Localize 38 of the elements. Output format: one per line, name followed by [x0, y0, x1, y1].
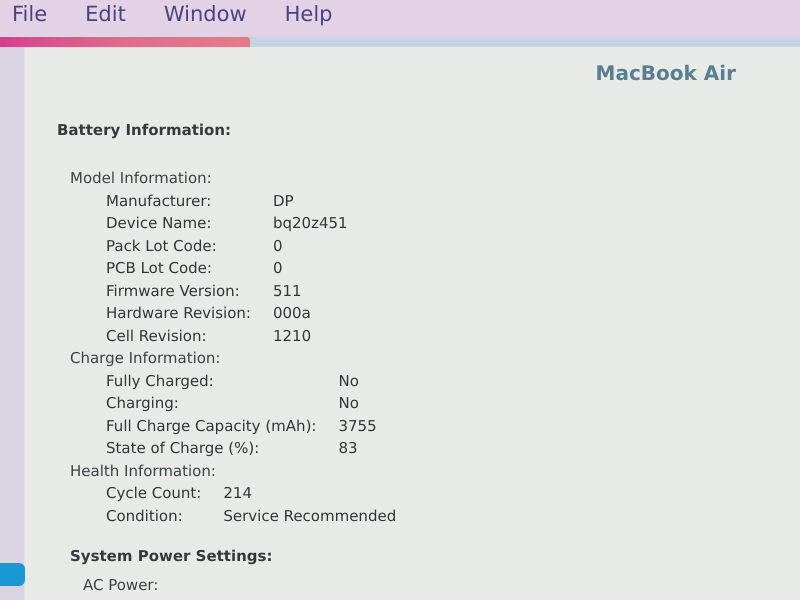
field-value: 1210: [272, 326, 312, 346]
menu-item[interactable]: Window: [164, 0, 247, 28]
field-value: 0: [272, 258, 284, 279]
sidebar-item[interactable]: [0, 563, 25, 586]
group-heading: Charge Information:: [70, 348, 220, 369]
group-heading: Health Information:: [70, 460, 216, 482]
device-title: MacBook Air: [596, 60, 736, 87]
field-value: bq20z451: [272, 213, 348, 234]
field-label: State of Charge (%):: [106, 438, 260, 459]
field-value: 83: [338, 438, 359, 459]
field-value: DP: [272, 190, 295, 212]
section-heading: System Power Settings:: [70, 546, 272, 567]
field-label: Charging:: [106, 393, 180, 414]
menu-item[interactable]: Help: [284, 0, 333, 28]
field-label: Cycle Count:: [106, 483, 202, 504]
field-label: Full Charge Capacity (mAh):: [106, 416, 316, 436]
field-value: 000a: [272, 303, 312, 324]
section-heading: Battery Information:: [57, 120, 232, 141]
field-label: Fully Charged:: [106, 370, 215, 392]
field-value: 3755: [338, 416, 377, 436]
menu-item[interactable]: Edit: [85, 0, 126, 28]
field-label: Condition:: [106, 506, 184, 526]
field-label: Hardware Revision:: [106, 303, 251, 324]
field-value: 511: [272, 280, 303, 302]
field-value: 0: [272, 236, 284, 256]
group-heading: Model Information:: [70, 168, 212, 189]
field-label: Pack Lot Code:: [106, 236, 218, 256]
field-label: Device Name:: [106, 213, 212, 234]
field-value: 214: [223, 483, 254, 504]
field-label: PCB Lot Code:: [106, 258, 213, 279]
field-label: Firmware Version:: [106, 280, 241, 302]
field-value: No: [338, 370, 360, 392]
field-value: No: [338, 393, 360, 414]
field-label: Cell Revision:: [106, 326, 208, 346]
group-heading: AC Power:: [83, 575, 158, 596]
field-value: Service Recommended: [223, 506, 396, 526]
field-label: Manufacturer:: [106, 190, 212, 212]
menu-item[interactable]: File: [12, 0, 48, 28]
